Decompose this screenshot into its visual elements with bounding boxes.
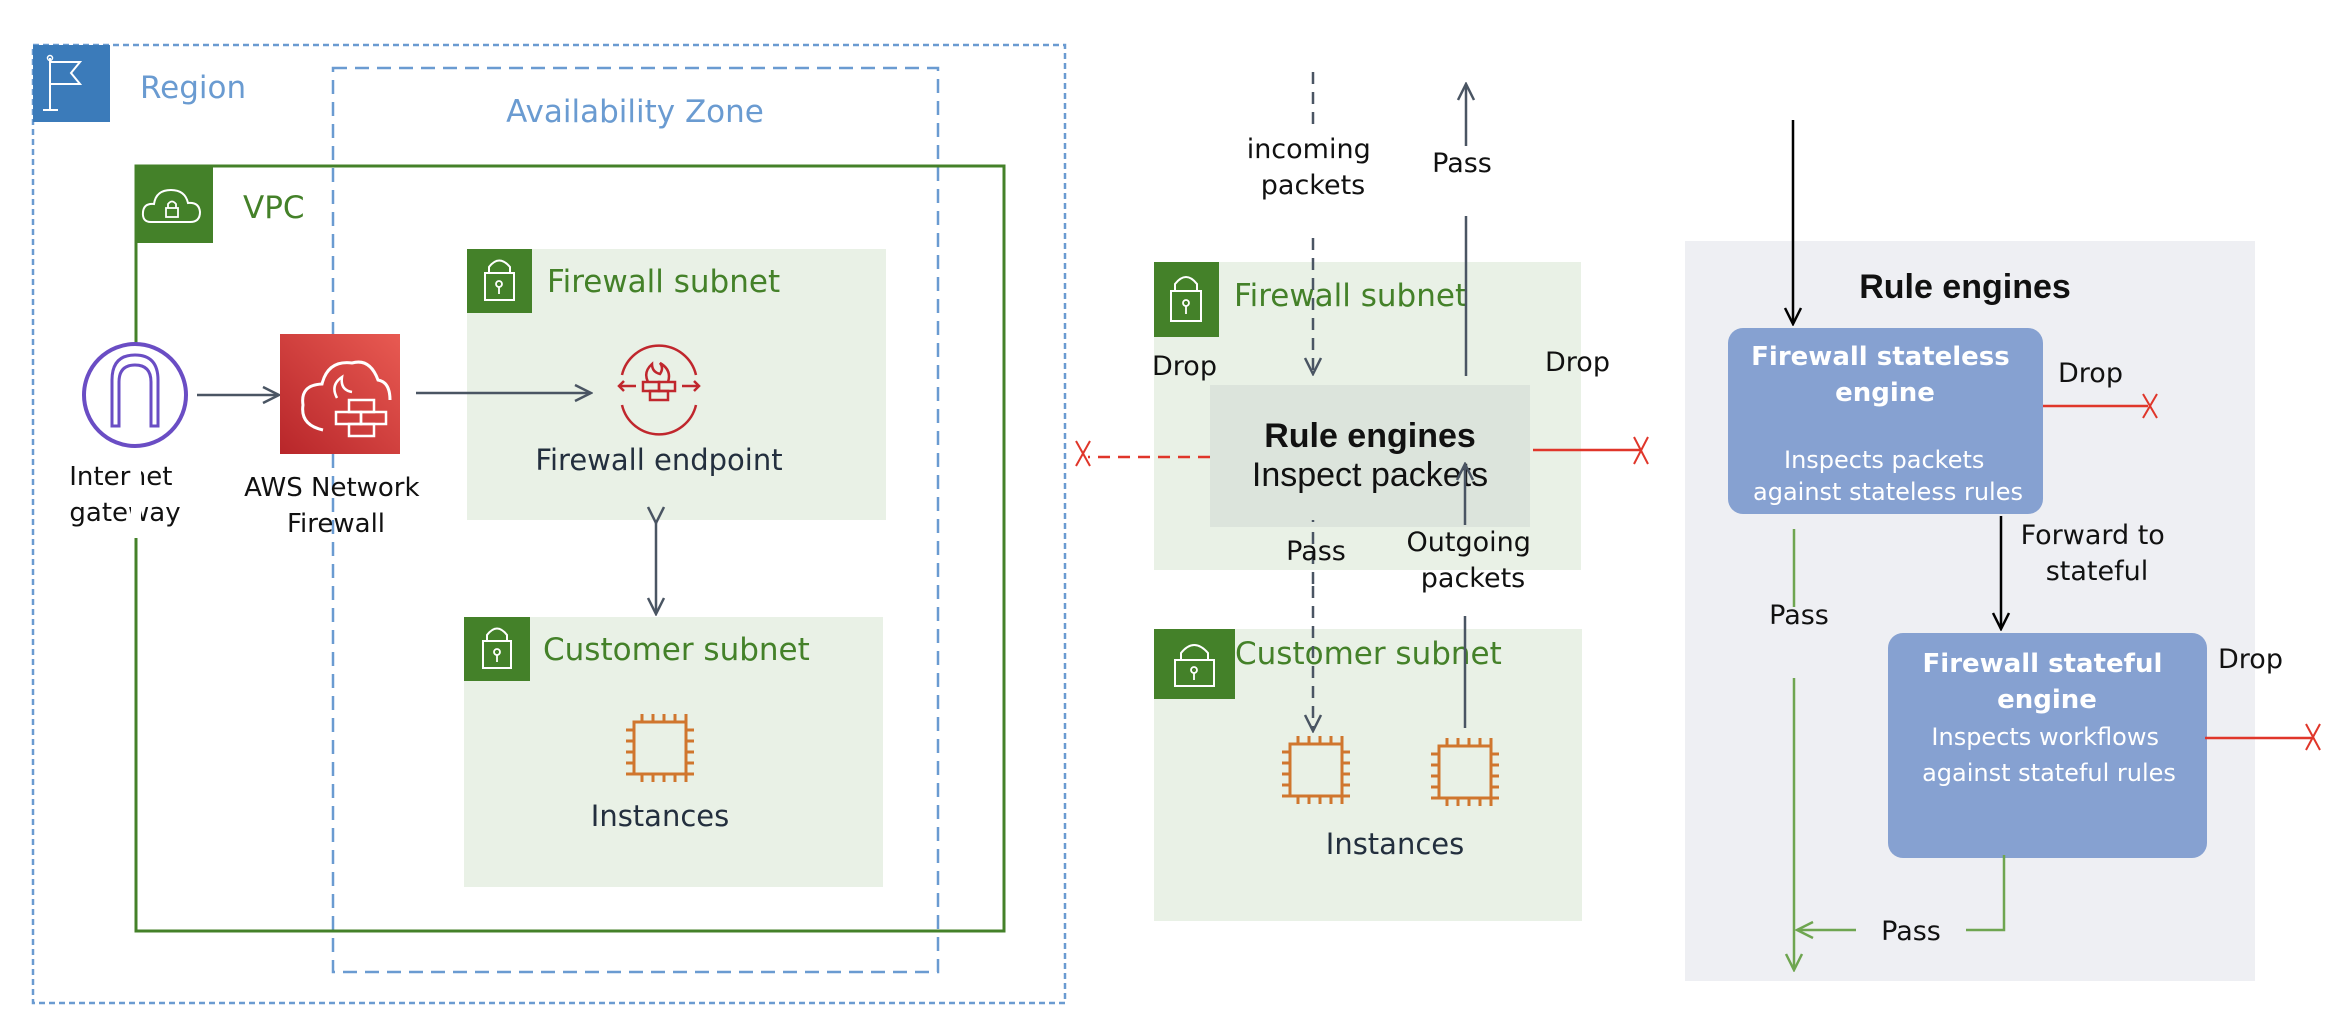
network-firewall-label: AWS Network Firewall	[244, 473, 428, 539]
rule-engines-panel: Rule engines Firewall stateless engine I…	[1685, 120, 2321, 981]
stateless-title-line1: Firewall stateless	[1751, 342, 2010, 372]
incoming-packets-line1: incoming	[1247, 134, 1371, 165]
forward-label-line2: stateful	[2046, 556, 2149, 587]
internet-gateway-label: Internet gateway	[69, 462, 181, 528]
drop-left-x-icon	[1075, 440, 1091, 467]
firewall-subnet-label: Firewall subnet	[547, 264, 780, 300]
availability-zone-label: Availability Zone	[506, 94, 764, 130]
internet-gateway-label-line2: gateway	[69, 498, 180, 528]
customer-subnet: Customer subnet	[464, 617, 883, 887]
stateless-desc-line2: against stateless rules	[1753, 478, 2023, 506]
drop-right-label: Drop	[1545, 347, 1610, 378]
network-firewall-icon[interactable]	[280, 334, 400, 454]
pass-down-label: Pass	[1286, 536, 1346, 567]
region-label: Region	[140, 70, 246, 106]
customer-subnet-lock-icon	[464, 617, 530, 681]
flow-rule-engines-box[interactable]: Rule engines Inspect packets	[1210, 385, 1530, 527]
stateless-title-line2: engine	[1835, 378, 1935, 408]
region-icon	[33, 45, 110, 122]
stateless-pass-label: Pass	[1769, 600, 1829, 631]
drop-left-label: Drop	[1152, 351, 1217, 382]
flow-customer-subnet-lock-icon	[1154, 629, 1235, 699]
outgoing-packets-line1: Outgoing	[1407, 527, 1531, 558]
vpc-label: VPC	[243, 190, 305, 226]
stateful-desc-line1: Inspects workflows	[1931, 723, 2159, 751]
incoming-packets-line2: packets	[1261, 170, 1365, 201]
flow-customer-subnet-label: Customer subnet	[1235, 636, 1502, 672]
flow-rule-engines-title: Rule engines	[1264, 417, 1476, 455]
flow-rule-engines-subtitle: Inspect packets	[1252, 456, 1488, 494]
stateless-desc-line1: Inspects packets	[1784, 446, 1984, 474]
architecture-panel: Region Availability Zone VPC Internet ga…	[31, 43, 1067, 1005]
firewall-subnet: Firewall subnet	[467, 249, 886, 520]
stateful-drop-label: Drop	[2218, 644, 2283, 675]
internet-gateway-label-line1: Internet	[69, 462, 172, 492]
stateful-engine-box[interactable]: Firewall stateful engine Inspects workfl…	[1888, 633, 2207, 858]
firewall-endpoint-label: Firewall endpoint	[535, 443, 782, 477]
flow-instances-label: Instances	[1326, 827, 1464, 861]
network-firewall-label-line2: Firewall	[287, 509, 385, 539]
packet-flow-panel: Firewall subnet Customer subnet Rule eng…	[1075, 72, 1649, 921]
stateful-desc-line2: against stateful rules	[1922, 759, 2176, 787]
stateful-title-line2: engine	[1997, 685, 2097, 715]
pass-top-label: Pass	[1432, 148, 1492, 179]
stateful-pass-label: Pass	[1881, 916, 1941, 947]
flow-firewall-subnet-label: Firewall subnet	[1234, 278, 1467, 314]
incoming-packets-label: incoming packets	[1247, 134, 1380, 201]
network-firewall-label-line1: AWS Network	[244, 473, 419, 503]
stateless-engine-box[interactable]: Firewall stateless engine Inspects packe…	[1728, 328, 2043, 514]
flow-customer-subnet: Customer subnet	[1154, 629, 1582, 921]
vpc-icon	[136, 166, 213, 243]
internet-gateway-icon[interactable]	[82, 342, 188, 470]
flow-firewall-subnet-lock-icon	[1154, 262, 1219, 337]
stateless-drop-label: Drop	[2058, 358, 2123, 389]
forward-label-line1: Forward to	[2021, 520, 2165, 551]
outgoing-packets-line2: packets	[1421, 563, 1525, 594]
firewall-subnet-lock-icon	[467, 249, 532, 313]
stateful-title-line1: Firewall stateful	[1923, 649, 2163, 679]
rule-engines-title: Rule engines	[1859, 268, 2071, 306]
instances-label: Instances	[591, 799, 729, 833]
customer-subnet-label: Customer subnet	[543, 632, 810, 668]
network-firewall-diagram: Region Availability Zone VPC Internet ga…	[31, 43, 2321, 1005]
